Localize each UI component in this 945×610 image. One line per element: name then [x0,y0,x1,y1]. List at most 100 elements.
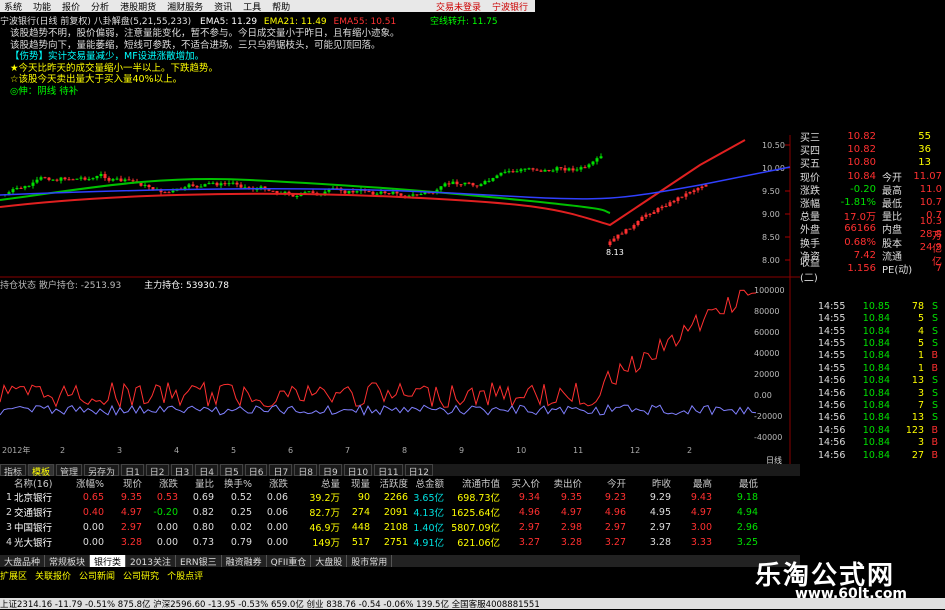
menu-item[interactable]: 工具 [243,0,261,13]
extension-tab[interactable]: 公司研究 [123,569,159,582]
tick-volume: 1 [917,350,924,362]
column-header[interactable]: 名称(16) [14,476,66,490]
column-header[interactable]: 总量 [300,476,340,490]
indicator-tab[interactable]: 日1 [121,464,144,478]
indicator-tab[interactable]: 日8 [294,464,317,478]
indicator-tab[interactable]: 日9 [318,464,342,478]
sector-tab[interactable]: 融资融券 [222,555,267,568]
kline-chart[interactable]: 10.5010.009.509.008.508.0010000080000600… [0,135,800,465]
login-status[interactable]: 交易未登录 [436,0,481,13]
column-header[interactable]: 最高 [680,476,712,490]
tick-volume: 123 [905,424,924,436]
column-header[interactable]: 今开 [590,476,626,490]
column-header[interactable]: 换手% [222,476,252,490]
indicator-tab[interactable]: 日12 [404,464,434,478]
indicator-tick-label: 80000 [754,307,779,316]
indicator-tab[interactable]: 日4 [195,464,218,478]
quote-value: 10.84 [847,170,876,182]
candle-body [123,179,127,182]
candle-body [595,158,599,162]
sector-tab[interactable]: QFII重仓 [267,555,312,568]
table-cell-lb: 0.82 [192,506,214,518]
table-row[interactable]: 4 光大银行 0.00 3.28 0.00 0.73 0.79 0.00 149万 517 2751… [0,535,800,550]
sector-tab[interactable]: 大盘品种 [0,555,46,568]
tick-side: B [931,362,938,374]
indicator-tab[interactable]: 指标 [0,464,27,478]
column-header[interactable]: 最低 [720,476,758,490]
sector-tab[interactable]: ERN银三 [176,555,222,568]
tick-price: 10.84 [862,412,890,424]
extension-tab[interactable]: 扩展区 [0,569,27,582]
sector-tab[interactable]: 常规板块 [45,555,91,568]
candle-body [399,193,403,196]
candle-body [387,193,391,195]
menu-item[interactable]: 港股期货 [120,0,156,13]
tick-volume: 1 [917,362,924,374]
menu-item[interactable]: 湘财服务 [167,0,203,13]
candle-body [379,191,383,194]
indicator-tab[interactable]: 日7 [269,464,293,478]
app-name: 宁波银行 [491,2,528,13]
tick-side: B [931,350,938,362]
column-header[interactable]: 涨跌 [262,476,288,490]
sector-tab[interactable]: 大盘股 [311,555,348,568]
candle-body [551,170,555,172]
indicator-tab[interactable]: 管理 [56,464,83,478]
extension-tab[interactable]: 个股点评 [167,569,203,582]
table-cell-xj: 4.97 [120,506,142,518]
column-header[interactable]: 活跃度 [378,476,408,490]
column-header[interactable]: 现量 [348,476,370,490]
column-header[interactable]: 买入价 [504,476,540,490]
column-header[interactable]: 量比 [186,476,214,490]
candle-body [11,189,15,193]
tick-row: 14:55 10.84 1 B [818,362,945,375]
menu-item[interactable]: 系统 [4,0,22,13]
tick-time: 14:56 [818,449,846,461]
quote-value: -0.20 [850,183,876,195]
column-header[interactable]: 总金额 [412,476,444,490]
candle-body [187,184,191,188]
menu-item[interactable]: 报价 [62,0,80,13]
extension-tab[interactable]: 关联报价 [35,569,71,582]
indicator-tab[interactable]: 日11 [374,464,403,478]
candle-body [99,174,103,177]
indicator-tab[interactable]: 另存为 [84,464,120,478]
indicator-title-bar: 宁波银行(日线 前复权) 八卦解盘(5,21,55,233) EMA5: 11.… [0,14,535,27]
menu-item[interactable]: 功能 [33,0,51,13]
table-row[interactable]: 1 北京银行 0.65 9.35 0.53 0.69 0.52 0.06 39.2万 90 2266… [0,490,800,505]
sector-tab[interactable]: 股市常用 [347,555,393,568]
table-cell-zl: 149万 [312,538,340,549]
indicator-tick-label: 40000 [754,349,779,358]
table-cell-hyd: 2108 [383,521,408,533]
indicator-tab[interactable]: 日5 [220,464,243,478]
candle-body [15,187,19,190]
table-cell-xl: 274 [351,506,370,518]
menu-item[interactable]: 分析 [91,0,109,13]
column-header[interactable]: 流通市值 [448,476,500,490]
table-row[interactable]: 3 中国银行 0.00 2.97 0.00 0.80 0.02 0.00 46.9万 448 210… [0,520,800,535]
column-header[interactable]: 涨幅% [70,476,104,490]
tick-list[interactable]: 14:55 10.85 78 S 14:55 10.84 5 S 14:55 10.84 4 S 14:… [818,300,945,462]
table-row[interactable]: 2 交通银行 0.40 4.97 -0.20 0.82 0.25 0.06 82.7万 274 20… [0,505,800,520]
indicator-tab[interactable]: 日10 [343,464,373,478]
time-mark: 10 [516,446,526,455]
tick-time: 14:55 [818,313,846,325]
time-mark: 8 [402,446,407,455]
column-header[interactable]: 昨收 [635,476,671,490]
column-header[interactable]: 涨跌 [150,476,178,490]
candle-body [636,221,640,226]
column-header[interactable]: 现价 [112,476,142,490]
tick-side: S [931,325,938,337]
extension-tab[interactable]: 公司新闻 [79,569,115,582]
column-header[interactable]: 卖出价 [548,476,582,490]
menu-item[interactable]: 帮助 [272,0,290,13]
indicator-tab[interactable]: 模板 [28,464,55,478]
table-cell-hs: 0.52 [230,491,252,503]
sector-tab[interactable]: 2013关注 [126,555,176,568]
menu-item[interactable]: 资讯 [214,0,232,13]
indicator-tab[interactable]: 日3 [170,464,194,478]
indicator-tab[interactable]: 日6 [244,464,268,478]
indicator-tab[interactable]: 日2 [145,464,169,478]
sector-tab[interactable]: 银行类 [90,555,127,568]
table-cell-zd2: 9.18 [736,491,758,503]
